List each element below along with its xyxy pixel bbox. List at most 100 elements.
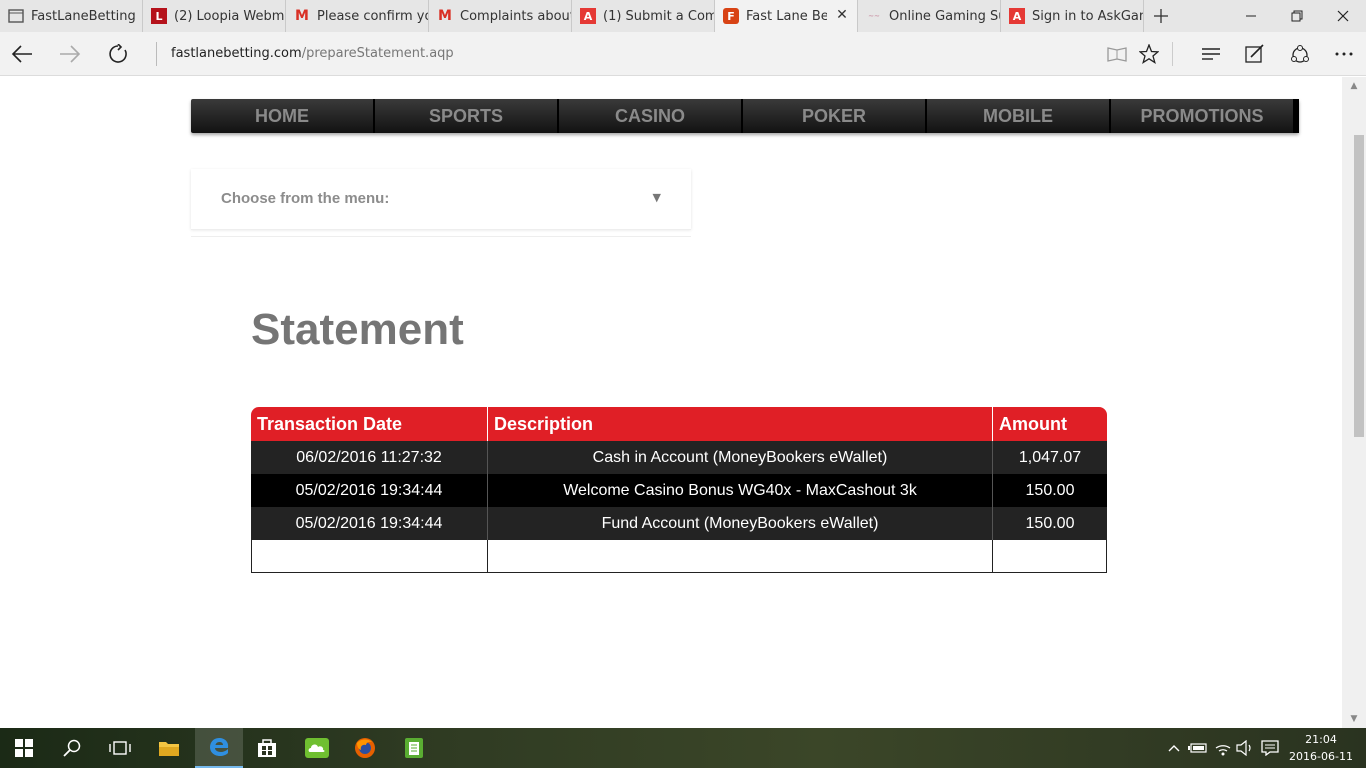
forward-button[interactable] (54, 38, 86, 70)
share-icon (1291, 45, 1309, 63)
menu-select-shadow (191, 229, 691, 237)
taskbar-cloud-app[interactable] (293, 728, 341, 768)
statement-table: Transaction Date Description Amount 06/0… (251, 407, 1107, 573)
onlinegaming-icon: ~~ (868, 12, 880, 20)
task-view-button[interactable] (96, 728, 144, 768)
table-row: 05/02/2016 19:34:44 Welcome Casino Bonus… (251, 474, 1107, 507)
tab-gmail-confirm[interactable]: M Please confirm yo (286, 0, 429, 32)
cell-description: Cash in Account (MoneyBookers eWallet) (488, 441, 993, 474)
new-tab-button[interactable] (1144, 0, 1178, 32)
tab-loopia[interactable]: L (2) Loopia Webma (143, 0, 286, 32)
taskbar-edge[interactable] (195, 728, 243, 768)
browser-toolbar: fastlanebetting.com/prepareStatement.aqp (0, 32, 1366, 76)
task-view-icon (109, 741, 131, 755)
search-button[interactable] (48, 728, 96, 768)
gmail-icon: M (438, 8, 452, 24)
wifi-icon (1215, 745, 1231, 756)
tab-title: FastLaneBetting (31, 8, 136, 24)
restore-icon (1291, 10, 1303, 22)
favorite-button[interactable] (1137, 42, 1161, 66)
tab-title: (2) Loopia Webma (174, 8, 285, 24)
url-path: /prepareStatement.aqp (301, 46, 454, 61)
tab-fast-lane-betting[interactable]: F Fast Lane Bett ✕ (715, 0, 858, 32)
scroll-up-icon[interactable]: ▲ (1342, 77, 1366, 95)
tab-submit-complaint[interactable]: A (1) Submit a Comp (572, 0, 715, 32)
star-icon (1139, 44, 1159, 64)
share-button[interactable] (1288, 42, 1312, 66)
clock-date: 2016-06-11 (1289, 750, 1353, 763)
close-tab-icon[interactable]: ✕ (835, 8, 849, 22)
taskbar: 21:04 2016-06-11 (0, 728, 1366, 768)
url-domain: fastlanebetting.com (171, 46, 302, 61)
page-title: Statement (251, 305, 464, 354)
clock-time: 21:04 (1305, 733, 1337, 746)
askgamblers-icon: A (1009, 8, 1025, 24)
start-button[interactable] (0, 728, 48, 768)
taskbar-store[interactable] (243, 728, 291, 768)
table-row: 05/02/2016 19:34:44 Fund Account (MoneyB… (251, 507, 1107, 540)
minimize-button[interactable] (1228, 0, 1274, 32)
cell-date: 05/02/2016 19:34:44 (251, 507, 488, 540)
cell-empty (993, 540, 1107, 572)
tab-strip: FastLaneBetting L (2) Loopia Webma M Ple… (0, 0, 1366, 32)
firefox-icon (355, 738, 375, 758)
cell-description: Welcome Casino Bonus WG40x - MaxCashout … (488, 474, 993, 507)
gmail-icon: M (295, 8, 309, 24)
web-note-button[interactable] (1243, 42, 1267, 66)
hub-button[interactable] (1199, 42, 1223, 66)
speaker-icon (1236, 740, 1251, 756)
taskbar-notes-app[interactable] (390, 728, 438, 768)
tab-gmail-complaints[interactable]: M Complaints about (429, 0, 572, 32)
nav-casino[interactable]: CASINO (559, 99, 743, 133)
cell-amount: 1,047.07 (1018, 448, 1082, 466)
tab-title: Fast Lane Bett (746, 8, 827, 24)
cell-amount: 150.00 (1025, 481, 1075, 499)
scroll-thumb[interactable] (1354, 135, 1364, 437)
action-center-button[interactable] (1259, 728, 1281, 768)
column-header-date: Transaction Date (251, 407, 488, 441)
table-row: 06/02/2016 11:27:32 Cash in Account (Mon… (251, 441, 1107, 474)
battery-button[interactable] (1187, 728, 1209, 768)
column-header-amount: Amount (999, 413, 1067, 434)
main-nav: HOME SPORTS CASINO POKER MOBILE PROMOTIO… (191, 99, 1299, 133)
more-button[interactable] (1332, 42, 1356, 66)
volume-button[interactable] (1235, 728, 1255, 768)
menu-select-label: Choose from the menu: (221, 190, 390, 207)
scroll-down-icon[interactable]: ▼ (1342, 710, 1366, 728)
plus-icon (1154, 9, 1168, 23)
taskbar-firefox[interactable] (341, 728, 389, 768)
notes-icon (405, 738, 423, 758)
tab-online-gaming[interactable]: ~~ Online Gaming Su (858, 0, 1001, 32)
minimize-icon (1246, 15, 1256, 17)
menu-select[interactable]: Choose from the menu: ▼ (191, 169, 691, 229)
windows-icon (15, 739, 33, 757)
nav-poker[interactable]: POKER (743, 99, 927, 133)
back-button[interactable] (6, 38, 38, 70)
address-bar[interactable]: fastlanebetting.com/prepareStatement.aqp (171, 46, 454, 61)
close-window-button[interactable] (1320, 0, 1366, 32)
nav-sports[interactable]: SPORTS (375, 99, 559, 133)
table-header: Transaction Date Description Amount (251, 407, 1107, 441)
refresh-button[interactable] (102, 38, 134, 70)
nav-home[interactable]: HOME (191, 99, 375, 133)
tab-sign-in-askgamblers[interactable]: A Sign in to AskGan (1001, 0, 1144, 32)
taskbar-file-explorer[interactable] (145, 728, 193, 768)
clock[interactable]: 21:04 2016-06-11 (1284, 731, 1358, 765)
restore-button[interactable] (1274, 0, 1320, 32)
nav-promotions[interactable]: PROMOTIONS (1111, 99, 1299, 133)
wifi-button[interactable] (1212, 728, 1234, 768)
refresh-icon (109, 44, 127, 63)
edge-icon (210, 738, 229, 756)
show-hidden-icons-button[interactable] (1165, 728, 1183, 768)
reading-view-button[interactable] (1105, 42, 1129, 66)
tab-fastlanebetting[interactable]: FastLaneBetting (0, 0, 143, 32)
tab-title: (1) Submit a Comp (603, 8, 714, 24)
store-icon (258, 739, 276, 757)
hub-icon (1202, 48, 1220, 60)
nav-mobile[interactable]: MOBILE (927, 99, 1111, 133)
forward-arrow-icon (60, 45, 81, 63)
url-divider (156, 42, 157, 66)
page-scrollbar[interactable]: ▲ ▼ (1342, 77, 1366, 728)
more-icon (1335, 52, 1353, 56)
search-icon (63, 739, 81, 757)
